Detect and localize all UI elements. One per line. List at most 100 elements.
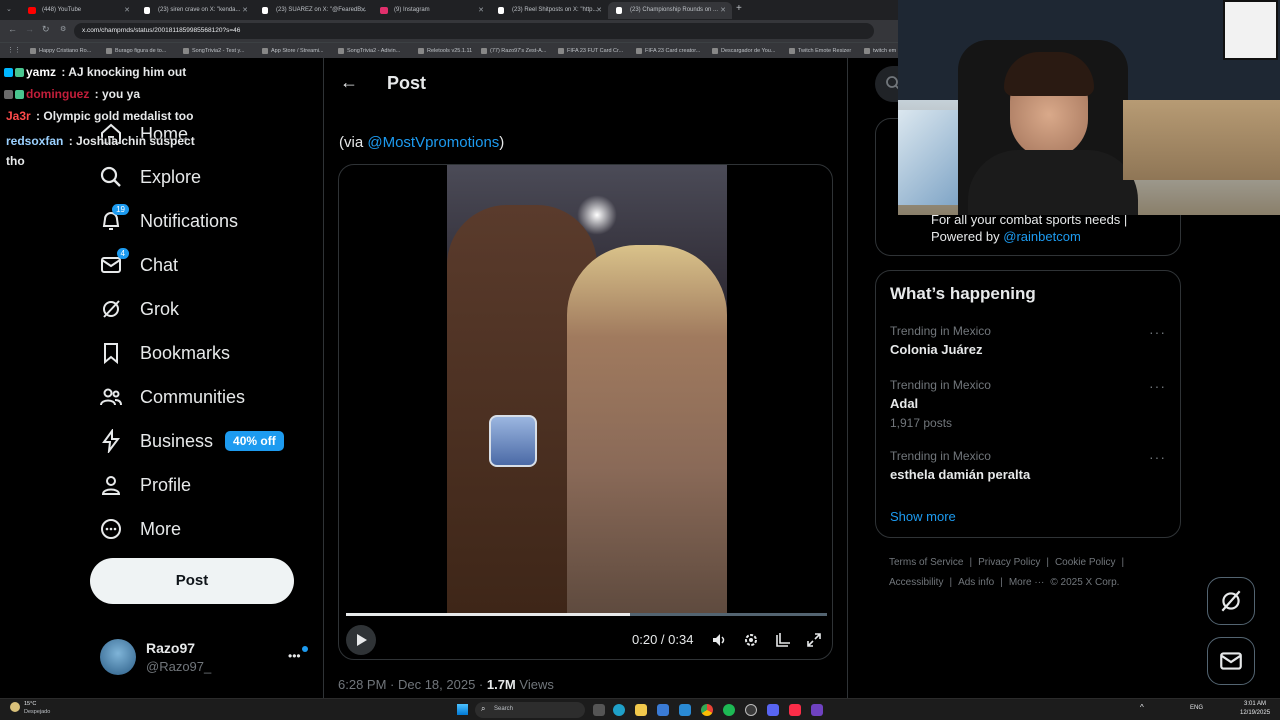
more-dots-icon[interactable]: ··· — [1149, 449, 1166, 465]
account-switcher[interactable]: Razo97 @Razo97_ ••• — [98, 636, 312, 680]
chat-text: you ya — [102, 87, 141, 101]
discord-icon[interactable] — [767, 704, 779, 716]
messages-fab[interactable] — [1207, 637, 1255, 685]
apps-icon[interactable]: ⋮⋮ — [7, 46, 21, 54]
close-icon[interactable]: ✕ — [124, 2, 130, 19]
back-icon[interactable]: ← — [8, 24, 17, 34]
close-icon[interactable]: ✕ — [596, 2, 602, 19]
close-icon[interactable]: ✕ — [478, 2, 484, 19]
sidebar-item-bookmarks[interactable]: Bookmarks — [98, 337, 230, 369]
browser-tab[interactable]: (23) SUAREZ on X: "@FearedB... ✕ — [254, 2, 372, 19]
more-dots-icon[interactable]: ••• — [288, 649, 301, 663]
more-dots-icon[interactable]: ··· — [1149, 324, 1166, 340]
sidebar-item-communities[interactable]: Communities — [98, 381, 245, 413]
sidebar-item-more[interactable]: More — [98, 513, 181, 545]
bookmark-item[interactable]: SongTrivia2 - Adivin... — [338, 43, 400, 59]
sidebar-item-profile[interactable]: Profile — [98, 469, 191, 501]
mention-link[interactable]: @MostVpromotions — [367, 134, 499, 151]
bookmark-icon — [98, 340, 124, 366]
bookmark-item[interactable]: Burago figura de to... — [106, 43, 166, 59]
task-view-icon[interactable] — [593, 704, 605, 716]
show-more-link[interactable]: Show more — [890, 509, 956, 524]
footer-link[interactable]: Terms of Service — [889, 557, 963, 568]
back-arrow-icon[interactable]: ← — [340, 72, 358, 93]
tray-chevron-icon[interactable]: ^ — [1140, 703, 1144, 712]
footer-link[interactable]: Cookie Policy — [1055, 557, 1116, 568]
browser-tab[interactable]: (23) Reel Shitposts on X: "http... ✕ — [490, 2, 608, 19]
bookmark-item[interactable]: twitch em — [864, 43, 896, 59]
picture-in-picture-icon[interactable] — [775, 632, 791, 653]
video-frame[interactable] — [447, 165, 727, 615]
chrome-icon[interactable] — [701, 704, 713, 716]
trend-item[interactable]: Trending in Mexico Adal 1,917 posts ··· — [890, 378, 1166, 430]
tab-search-icon[interactable]: ⌄ — [6, 5, 12, 13]
edge-icon[interactable] — [613, 704, 625, 716]
video-player[interactable]: 0:20 / 0:34 — [338, 164, 833, 660]
spotify-icon[interactable] — [723, 704, 735, 716]
promo-link[interactable]: @rainbetcom — [1003, 229, 1081, 244]
taskbar-search[interactable]: ⌕ Search — [475, 702, 585, 718]
browser-tab[interactable]: (448) YouTube ✕ — [20, 2, 136, 19]
bookmark-item[interactable]: Reletools v25.1.11 — [418, 43, 472, 59]
clock-time[interactable]: 3:01 AM — [1244, 701, 1266, 707]
volume-icon[interactable] — [712, 632, 728, 653]
start-icon[interactable] — [457, 704, 468, 715]
bookmark-item[interactable]: (77) Razo97's Zest-A... — [481, 43, 546, 59]
sidebar-item-notifications[interactable]: 19 Notifications — [98, 204, 238, 237]
footer-link[interactable]: Ads info — [958, 577, 994, 588]
clock-date[interactable]: 12/19/2025 — [1240, 710, 1270, 716]
sidebar-item-business[interactable]: Business 40% off — [98, 425, 284, 457]
fullscreen-icon[interactable] — [806, 632, 822, 653]
sidebar-item-chat[interactable]: 4 Chat — [98, 248, 178, 281]
bookmark-item[interactable]: Happy Cristiano Ro... — [30, 43, 91, 59]
play-icon[interactable] — [346, 625, 376, 655]
bookmark-label: Reletools v25.1.11 — [427, 48, 473, 54]
mail-app-icon[interactable] — [679, 704, 691, 716]
video-progress-track[interactable] — [346, 613, 827, 616]
bookmark-label: twitch em — [873, 48, 897, 54]
music-icon[interactable] — [789, 704, 801, 716]
trend-context: Trending in Mexico — [890, 449, 991, 463]
browser-tab[interactable]: (23) siren crave on X: "kenda... ✕ — [136, 2, 254, 19]
file-explorer-icon[interactable] — [635, 704, 647, 716]
post-timestamp[interactable]: 6:28 PM · Dec 18, 2025 · — [338, 677, 487, 692]
bookmark-item[interactable]: App Store / Streami... — [262, 43, 324, 59]
browser-tab-active[interactable]: (23) Championship Rounds on ... ✕ — [608, 2, 732, 19]
sidebar-item-grok[interactable]: Grok — [98, 293, 179, 325]
grok-fab[interactable] — [1207, 577, 1255, 625]
more-dots-icon[interactable]: ··· — [1149, 378, 1166, 394]
obs-icon[interactable] — [745, 704, 757, 716]
bookmark-item[interactable]: Twitch Emote Resizer — [789, 43, 851, 59]
trend-item[interactable]: Trending in Mexico Colonia Juárez ··· — [890, 324, 1166, 357]
x-logo-icon — [262, 7, 268, 14]
bookmark-item[interactable]: Descargador de You... — [712, 43, 775, 59]
footer-link[interactable]: More ··· — [1009, 577, 1045, 588]
post-meta: 6:28 PM · Dec 18, 2025 · 1.7M Views — [338, 677, 554, 692]
browser-tab[interactable]: (9) Instagram ✕ — [372, 2, 490, 19]
footer-link[interactable]: Accessibility — [889, 577, 943, 588]
account-handle: @Razo97_ — [146, 659, 212, 674]
close-icon[interactable]: ✕ — [360, 2, 366, 19]
language-indicator[interactable]: ENG — [1190, 705, 1203, 711]
bookmark-item[interactable]: FIFA 23 FUT Card Cr... — [558, 43, 623, 59]
footer-link[interactable]: Privacy Policy — [978, 557, 1040, 568]
new-tab-button[interactable]: + — [736, 3, 742, 14]
forward-icon[interactable]: → — [25, 24, 34, 34]
bookmark-item[interactable]: FIFA 23 Card creator... — [636, 43, 700, 59]
grok-icon — [1221, 590, 1241, 612]
app-icon[interactable] — [811, 704, 823, 716]
bell-icon: 19 — [98, 204, 129, 234]
weather-temp[interactable]: 15°C — [24, 701, 36, 707]
footer-separator: | — [949, 577, 953, 588]
reload-icon[interactable]: ↻ — [42, 24, 50, 35]
store-icon[interactable] — [657, 704, 669, 716]
settings-gear-icon[interactable] — [743, 632, 759, 653]
close-icon[interactable]: ✕ — [720, 2, 726, 19]
close-icon[interactable]: ✕ — [242, 2, 248, 19]
site-info-icon[interactable]: ⚙ — [60, 25, 66, 33]
address-bar[interactable]: x.com/champrnds/status/20018118599855681… — [74, 23, 874, 39]
trend-item[interactable]: Trending in Mexico esthela damián peralt… — [890, 449, 1166, 482]
bookmark-item[interactable]: SongTrivia2 - Test y... — [183, 43, 244, 59]
post-button[interactable]: Post — [90, 558, 294, 604]
avatar — [100, 639, 136, 675]
